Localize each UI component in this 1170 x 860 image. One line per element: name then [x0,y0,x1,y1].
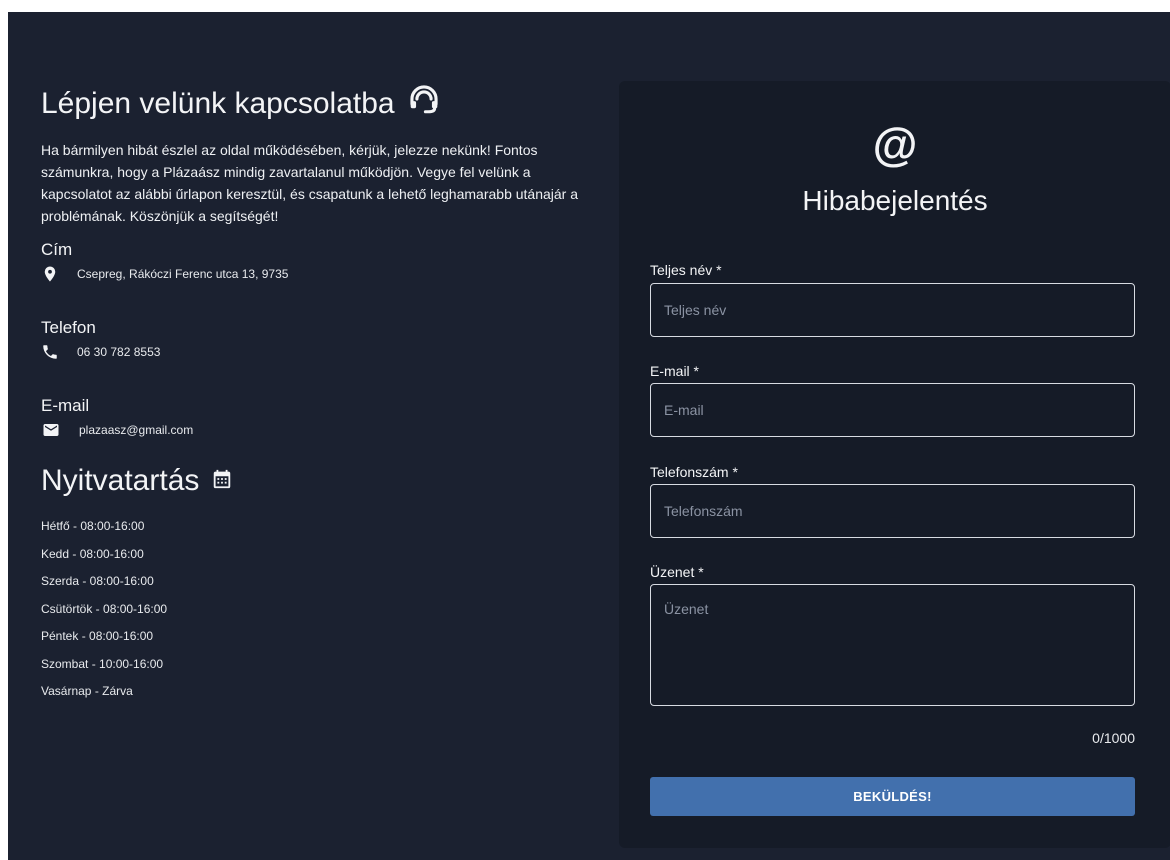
mail-icon [43,424,59,436]
hours-item: Kedd - 08:00-16:00 [41,546,144,561]
phone-input[interactable] [650,484,1135,538]
email-row: plazaasz@gmail.com [41,421,601,439]
contact-intro-text: Ha bármilyen hibát észlel az oldal működ… [41,142,579,224]
phone-label: Telefon [41,318,96,337]
name-label: Teljes név * [650,262,722,278]
contact-page: Lépjen velünk kapcsolatba Ha bármilyen h… [8,12,1170,860]
address-row: Csepreg, Rákóczi Ferenc utca 13, 9735 [41,265,601,283]
calendar-icon [211,463,233,499]
location-pin-icon [44,266,56,282]
hours-item: Szombat - 10:00-16:00 [41,656,164,671]
hours-item: Péntek - 08:00-16:00 [41,629,154,643]
phone-block: Telefon 06 30 782 8553 [41,317,601,361]
message-textarea[interactable] [650,584,1135,706]
email-input[interactable] [650,383,1135,437]
phone-label-form: Telefonszám * [650,464,738,480]
headset-icon [407,82,441,125]
character-counter: 0/1000 [1092,730,1135,746]
hours-title: Nyitvatartás [41,463,601,499]
address-value: Csepreg, Rákóczi Ferenc utca 13, 9735 [77,267,289,281]
message-label: Üzenet * [650,564,704,580]
contact-title: Lépjen velünk kapcsolatba [41,82,601,125]
phone-icon [43,345,57,359]
hours-item: Csütörtök - 08:00-16:00 [41,601,168,616]
email-value: plazaasz@gmail.com [79,423,194,437]
hours-item: Vasárnap - Zárva [41,684,133,698]
email-block: E-mail plazaasz@gmail.com [41,395,601,439]
hours-list: Hétfő - 08:00-16:00 Kedd - 08:00-16:00 S… [41,517,601,710]
hours-item: Hétfő - 08:00-16:00 [41,519,145,533]
phone-value: 06 30 782 8553 [77,345,161,359]
at-sign-icon: @ [872,118,918,170]
contact-title-text: Lépjen velünk kapcsolatba [41,86,395,120]
hours-item: Szerda - 08:00-16:00 [41,574,154,588]
contact-info-column: Lépjen velünk kapcsolatba Ha bármilyen h… [41,82,601,710]
phone-row: 06 30 782 8553 [41,343,601,361]
email-label: E-mail [41,396,90,415]
report-form-card: @ Hibabejelentés Teljes név * E-mail * T… [619,81,1170,848]
email-label-form: E-mail * [650,363,700,379]
form-title: Hibabejelentés [802,185,988,216]
address-label: Cím [41,240,73,259]
name-input[interactable] [650,283,1135,337]
submit-button[interactable]: BEKÜLDÉS! [650,777,1135,816]
hours-title-text: Nyitvatartás [41,464,200,497]
address-block: Cím Csepreg, Rákóczi Ferenc utca 13, 973… [41,239,601,283]
